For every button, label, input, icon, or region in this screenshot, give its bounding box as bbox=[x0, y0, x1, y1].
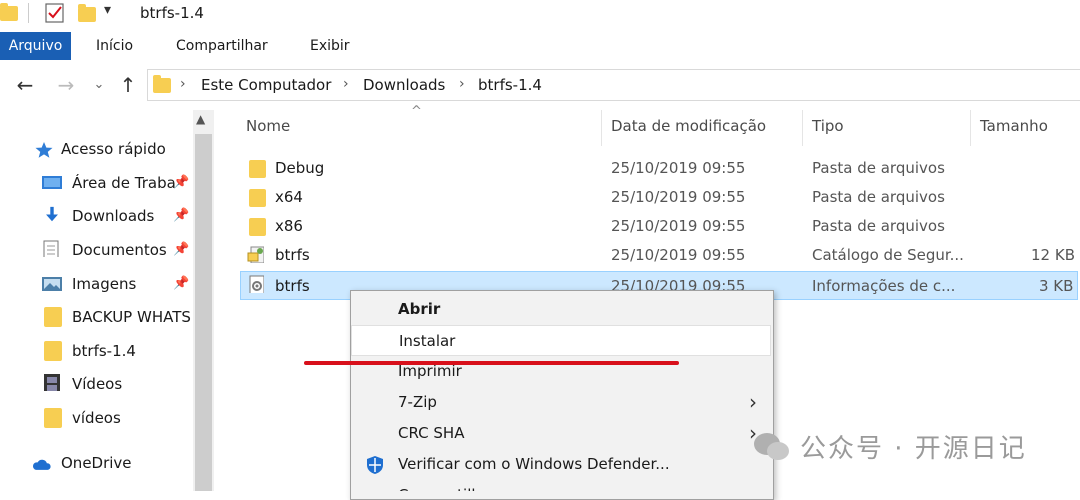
file-name: btrfs bbox=[275, 246, 310, 264]
pin-icon[interactable]: 📌 bbox=[173, 168, 189, 198]
tab-file[interactable]: Arquivo bbox=[0, 32, 71, 60]
new-folder-icon[interactable] bbox=[78, 4, 96, 22]
ribbon bbox=[0, 30, 1080, 61]
tab-share[interactable]: Compartilhar bbox=[176, 32, 268, 60]
menu-item-7zip[interactable]: 7-Zip › bbox=[351, 387, 771, 418]
menu-item-defender[interactable]: Verificar com o Windows Defender... bbox=[351, 449, 771, 480]
nav-scroll-thumb[interactable] bbox=[195, 134, 212, 491]
menu-item-share[interactable]: Compartilhar bbox=[351, 480, 771, 491]
download-icon bbox=[46, 206, 58, 222]
file-name: Debug bbox=[275, 159, 325, 177]
menu-item-label: Instalar bbox=[399, 332, 456, 350]
file-type: Informações de c... bbox=[812, 277, 956, 295]
nav-label: Vídeos bbox=[72, 375, 123, 393]
file-name: x64 bbox=[275, 188, 303, 206]
column-header-name[interactable]: Nome bbox=[246, 117, 290, 135]
menu-item-label: Compartilhar bbox=[398, 480, 496, 491]
column-header-modified[interactable]: Data de modificação bbox=[611, 117, 766, 135]
back-arrow-icon[interactable]: ← bbox=[11, 70, 39, 100]
nav-label: btrfs-1.4 bbox=[72, 342, 136, 360]
column-divider[interactable] bbox=[970, 110, 971, 146]
file-name: x86 bbox=[275, 217, 303, 235]
folder-icon bbox=[44, 307, 62, 327]
annotation-underline bbox=[304, 361, 679, 365]
file-modified: 25/10/2019 09:55 bbox=[611, 217, 746, 235]
nav-label: Documentos bbox=[72, 241, 167, 259]
breadcrumb-separator-icon[interactable]: › bbox=[459, 76, 465, 92]
pin-icon[interactable]: 📌 bbox=[173, 201, 189, 231]
menu-item-label: CRC SHA bbox=[398, 424, 465, 442]
quick-access-dropdown-icon[interactable]: ▾ bbox=[104, 2, 111, 18]
column-divider[interactable] bbox=[802, 110, 803, 146]
file-type: Pasta de arquivos bbox=[812, 217, 945, 235]
folder-icon bbox=[44, 341, 62, 361]
nav-label: Downloads bbox=[72, 207, 155, 225]
folder-icon bbox=[249, 189, 266, 207]
menu-item-label: Verificar com o Windows Defender... bbox=[398, 455, 670, 473]
table-row[interactable]: x86 25/10/2019 09:55 Pasta de arquivos bbox=[240, 212, 1078, 241]
cloud-icon bbox=[32, 459, 51, 470]
breadcrumb-separator-icon[interactable]: › bbox=[180, 76, 186, 92]
column-divider[interactable] bbox=[601, 110, 602, 146]
up-arrow-icon[interactable]: ↑ bbox=[114, 70, 142, 100]
breadcrumb-separator-icon[interactable]: › bbox=[343, 76, 349, 92]
divider bbox=[28, 3, 29, 23]
file-name: btrfs bbox=[275, 277, 310, 295]
document-icon bbox=[43, 240, 59, 257]
submenu-arrow-icon: › bbox=[749, 390, 757, 414]
column-header-size[interactable]: Tamanho bbox=[980, 117, 1048, 135]
pin-icon[interactable]: 📌 bbox=[173, 269, 189, 299]
menu-item-label: Abrir bbox=[398, 300, 441, 318]
catalog-icon bbox=[247, 246, 264, 263]
window-title: btrfs-1.4 bbox=[140, 4, 204, 22]
watermark-text: 公众号 · 开源日记 bbox=[800, 434, 1027, 464]
file-modified: 25/10/2019 09:55 bbox=[611, 159, 746, 177]
table-row[interactable]: x64 25/10/2019 09:55 Pasta de arquivos bbox=[240, 183, 1078, 212]
column-header-type[interactable]: Tipo bbox=[812, 117, 844, 135]
table-row[interactable]: Debug 25/10/2019 09:55 Pasta de arquivos bbox=[240, 154, 1078, 183]
wechat-icon bbox=[754, 433, 789, 460]
nav-label: BACKUP WHATS bbox=[72, 308, 191, 326]
sort-ascending-icon: ^ bbox=[411, 104, 422, 119]
menu-item-install[interactable]: Instalar bbox=[351, 325, 771, 356]
recent-dropdown-icon[interactable]: ⌄ bbox=[85, 70, 113, 100]
tab-view[interactable]: Exibir bbox=[310, 32, 350, 60]
pin-icon[interactable]: 📌 bbox=[173, 235, 189, 265]
nav-label: vídeos bbox=[72, 409, 121, 427]
folder-icon bbox=[249, 160, 266, 178]
file-size: 3 KB bbox=[1039, 277, 1074, 295]
nav-label: Imagens bbox=[72, 275, 137, 293]
file-modified: 25/10/2019 09:55 bbox=[611, 188, 746, 206]
file-type: Pasta de arquivos bbox=[812, 188, 945, 206]
menu-item-open[interactable]: Abrir bbox=[351, 294, 771, 325]
folder-icon bbox=[44, 408, 62, 428]
breadcrumb-computer[interactable]: Este Computador bbox=[201, 76, 331, 94]
desktop-icon bbox=[42, 176, 62, 189]
defender-icon bbox=[367, 456, 383, 474]
table-row[interactable]: btrfs 25/10/2019 09:55 Catálogo de Segur… bbox=[240, 241, 1078, 270]
breadcrumb-current[interactable]: btrfs-1.4 bbox=[478, 76, 542, 94]
scroll-up-icon[interactable]: ▲ bbox=[196, 112, 205, 126]
nav-label: Área de Traba bbox=[72, 174, 176, 192]
folder-icon bbox=[153, 75, 171, 93]
menu-item-crc-sha[interactable]: CRC SHA › bbox=[351, 418, 771, 449]
file-size: 12 KB bbox=[1031, 246, 1075, 264]
menu-item-label: 7-Zip bbox=[398, 393, 437, 411]
nav-label: Acesso rápido bbox=[61, 140, 166, 158]
file-type: Catálogo de Segur... bbox=[812, 246, 964, 264]
folder-icon bbox=[0, 3, 18, 21]
file-type: Pasta de arquivos bbox=[812, 159, 945, 177]
setup-info-icon bbox=[249, 275, 264, 293]
images-icon bbox=[42, 277, 62, 291]
star-icon bbox=[35, 141, 53, 158]
tab-home[interactable]: Início bbox=[96, 32, 133, 60]
nav-label: OneDrive bbox=[61, 454, 132, 472]
forward-arrow-icon[interactable]: → bbox=[52, 70, 80, 100]
properties-icon[interactable] bbox=[44, 2, 66, 24]
video-icon bbox=[44, 374, 60, 391]
folder-icon bbox=[249, 218, 266, 236]
file-modified: 25/10/2019 09:55 bbox=[611, 246, 746, 264]
breadcrumb-downloads[interactable]: Downloads bbox=[363, 76, 445, 94]
